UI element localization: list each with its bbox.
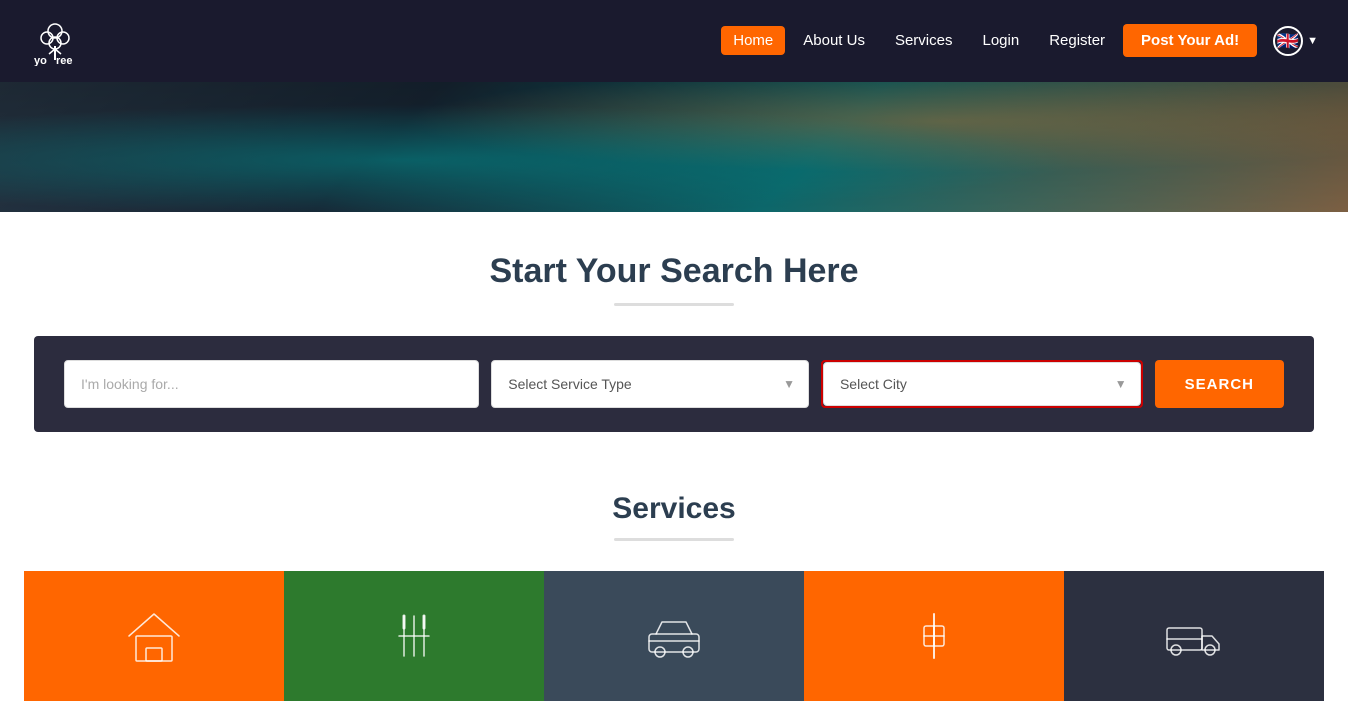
city-wrapper: Select City ▼: [821, 360, 1143, 408]
food-icon: [384, 606, 444, 666]
logo-icon: yo ree: [30, 16, 80, 66]
city-select[interactable]: Select City: [823, 362, 1141, 406]
service-type-wrapper: Select Service Type ▼: [491, 360, 809, 408]
service-card-car[interactable]: [544, 571, 804, 701]
nav-link-register[interactable]: Register: [1037, 26, 1117, 55]
logo[interactable]: yo ree: [30, 16, 80, 66]
truck-icon: [1164, 606, 1224, 666]
nav-item-about[interactable]: About Us: [791, 32, 877, 50]
nav-link-login[interactable]: Login: [970, 26, 1031, 55]
svg-text:ree: ree: [56, 55, 73, 66]
service-card-food[interactable]: [284, 571, 544, 701]
nav-item-home[interactable]: Home: [721, 32, 785, 50]
service-type-select[interactable]: Select Service Type: [491, 360, 809, 408]
service-card-truck[interactable]: [1064, 571, 1324, 701]
car-icon: [644, 606, 704, 666]
nav-links: Home About Us Services Login Register Po…: [721, 26, 1318, 56]
nav-link-about[interactable]: About Us: [791, 26, 877, 55]
search-title: Start Your Search Here: [20, 252, 1328, 291]
nav-item-lang[interactable]: 🇬🇧 ▼: [1263, 26, 1318, 56]
nav-link-home[interactable]: Home: [721, 26, 785, 55]
service-card-home[interactable]: [24, 571, 284, 701]
service-card-tools[interactable]: [804, 571, 1064, 701]
services-divider: [614, 538, 734, 541]
chevron-down-icon: ▼: [1307, 35, 1318, 47]
service-cards-container: [24, 571, 1324, 701]
services-title: Services: [20, 492, 1328, 526]
nav-item-post-ad[interactable]: Post Your Ad!: [1123, 32, 1257, 50]
language-selector[interactable]: 🇬🇧 ▼: [1273, 26, 1318, 56]
nav-item-services[interactable]: Services: [883, 32, 965, 50]
hero-banner: [0, 82, 1348, 212]
flag-icon: 🇬🇧: [1273, 26, 1303, 56]
home-icon: [124, 606, 184, 666]
navbar: yo ree Home About Us Services Login Regi…: [0, 0, 1348, 82]
search-input[interactable]: [64, 360, 479, 408]
nav-item-register[interactable]: Register: [1037, 32, 1117, 50]
search-button[interactable]: SEARCH: [1155, 360, 1284, 408]
nav-item-login[interactable]: Login: [970, 32, 1031, 50]
title-divider: [614, 303, 734, 306]
search-bar-container: Select Service Type ▼ Select City ▼ SEAR…: [34, 336, 1314, 432]
services-section: Services: [0, 452, 1348, 721]
search-section: Start Your Search Here Select Service Ty…: [0, 212, 1348, 452]
tools-icon: [904, 606, 964, 666]
nav-link-services[interactable]: Services: [883, 26, 965, 55]
svg-text:yo: yo: [34, 55, 47, 66]
post-ad-button[interactable]: Post Your Ad!: [1123, 24, 1257, 57]
